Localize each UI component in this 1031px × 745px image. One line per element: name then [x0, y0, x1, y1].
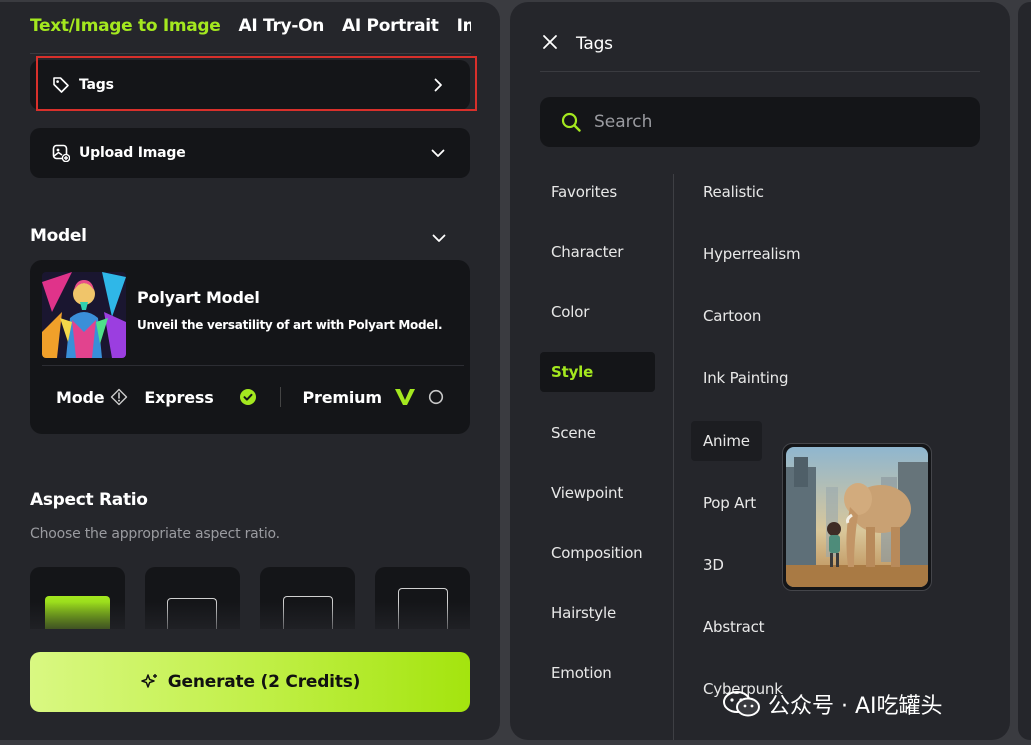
model-thumbnail	[42, 272, 126, 358]
tag-ink-painting[interactable]: Ink Painting	[691, 358, 800, 398]
category-scene[interactable]: Scene	[540, 413, 655, 453]
premium-option-label[interactable]: Premium	[303, 388, 382, 407]
close-icon[interactable]	[540, 32, 560, 52]
tag-hyperrealism[interactable]: Hyperrealism	[691, 234, 812, 274]
search-icon	[560, 111, 582, 133]
tag-search-input[interactable]	[594, 112, 954, 132]
category-viewpoint[interactable]: Viewpoint	[540, 473, 655, 513]
mode-separator	[279, 387, 281, 407]
express-selected-check-icon[interactable]	[239, 389, 256, 405]
tags-row-highlight	[36, 56, 477, 111]
tag-abstract[interactable]: Abstract	[691, 607, 776, 647]
category-character[interactable]: Character	[540, 232, 655, 272]
tag-search-box[interactable]	[540, 97, 980, 147]
category-favorites[interactable]: Favorites	[540, 172, 655, 212]
upload-image-label: Upload Image	[79, 145, 186, 161]
chevron-down-icon	[428, 143, 448, 163]
upload-image-row[interactable]: Upload Image	[30, 128, 470, 178]
mode-tabs: Text/Image to Image AI Try-On AI Portrait I…	[30, 16, 471, 54]
mode-label: Mode	[56, 387, 105, 407]
tag-cartoon[interactable]: Cartoon	[691, 296, 773, 336]
adjacent-panel-edge	[1018, 2, 1031, 740]
category-composition[interactable]: Composition	[540, 533, 655, 573]
model-name: Polyart Model	[137, 288, 260, 307]
tag-realistic[interactable]: Realistic	[691, 172, 776, 212]
model-section-title: Model	[30, 226, 87, 246]
tag-pop-art[interactable]: Pop Art	[691, 483, 768, 523]
model-collapse-chevron-icon[interactable]	[429, 228, 449, 248]
express-option-label[interactable]: Express	[144, 388, 213, 407]
upload-image-icon	[52, 144, 70, 162]
tab-ai-try-on[interactable]: AI Try-On	[239, 16, 325, 36]
premium-radio-icon[interactable]	[428, 389, 444, 405]
info-icon[interactable]	[110, 388, 128, 406]
premium-badge-icon	[394, 387, 416, 407]
anime-preview-image	[786, 447, 928, 587]
aspect-ratio-fade	[20, 602, 480, 642]
category-emotion[interactable]: Emotion	[540, 653, 655, 693]
tab-ai-portrait[interactable]: AI Portrait	[342, 16, 439, 36]
mode-row: Mode Express Premium	[56, 385, 450, 409]
tags-panel: Tags Favorites Character Color Style Sce…	[510, 2, 1010, 740]
tags-panel-title: Tags	[576, 34, 613, 54]
generate-button[interactable]: Generate (2 Credits)	[30, 652, 470, 712]
tags-panel-header: Tags	[540, 32, 980, 72]
tag-3d[interactable]: 3D	[691, 545, 736, 585]
sparkle-icon	[140, 672, 160, 692]
left-panel: Text/Image to Image AI Try-On AI Portrait I…	[0, 2, 500, 740]
category-color[interactable]: Color	[540, 292, 655, 332]
tab-text-image-to-image[interactable]: Text/Image to Image	[30, 16, 221, 36]
category-divider	[673, 174, 674, 740]
aspect-ratio-title: Aspect Ratio	[30, 490, 148, 510]
tag-anime[interactable]: Anime	[691, 421, 762, 461]
aspect-ratio-subtitle: Choose the appropriate aspect ratio.	[30, 526, 280, 542]
generate-label: Generate (2 Credits)	[167, 672, 361, 692]
category-style[interactable]: Style	[540, 352, 655, 392]
watermark-text: 公众号 · AI吃罐头	[768, 694, 943, 719]
model-description: Unveil the versatility of art with Polya…	[137, 318, 443, 332]
wechat-logo-icon	[722, 690, 762, 718]
anime-preview-tooltip	[782, 443, 932, 591]
tab-image[interactable]: Image	[457, 16, 471, 36]
model-card[interactable]: Polyart Model Unveil the versatility of …	[30, 260, 470, 434]
category-hairstyle[interactable]: Hairstyle	[540, 593, 655, 633]
watermark: 公众号 · AI吃罐头	[722, 688, 943, 720]
model-divider	[42, 365, 464, 366]
